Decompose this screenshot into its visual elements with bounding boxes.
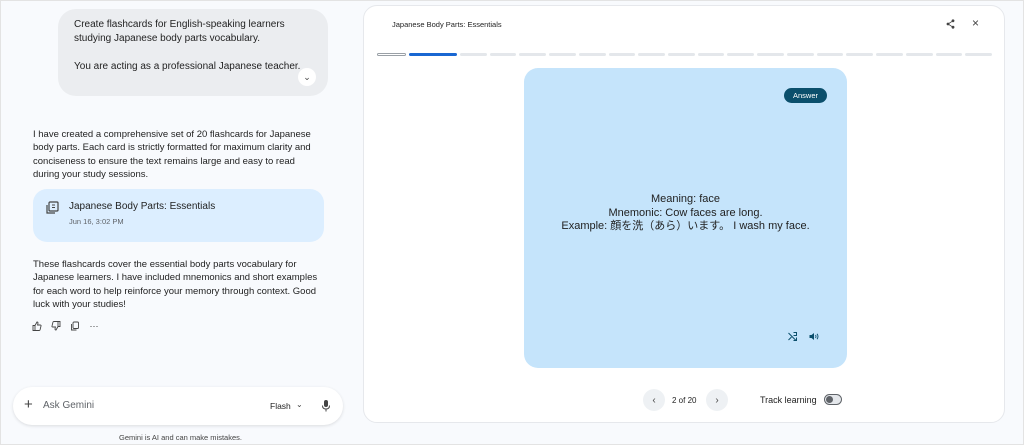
progress-segment bbox=[519, 53, 547, 56]
shuffle-icon[interactable] bbox=[788, 332, 797, 341]
flashcard-canvas: Japanese Body Parts: Essentials × Answer… bbox=[363, 5, 1005, 423]
track-learning-label: Track learning bbox=[760, 395, 817, 405]
progress-segment bbox=[549, 53, 576, 56]
answer-badge: Answer bbox=[784, 88, 827, 103]
ai-disclaimer: Gemini is AI and can make mistakes. bbox=[119, 433, 242, 442]
artifact-date: Jun 16, 3:02 PM bbox=[69, 217, 124, 226]
chevron-left-icon: ‹ bbox=[652, 394, 656, 406]
progress-segment bbox=[846, 53, 874, 56]
thumbs-down-icon[interactable] bbox=[51, 321, 61, 331]
progress-segment bbox=[757, 53, 784, 56]
user-prompt-bubble: Create flashcards for English-speaking l… bbox=[58, 9, 328, 96]
progress-segment bbox=[408, 53, 457, 56]
user-prompt-text: Create flashcards for English-speaking l… bbox=[74, 19, 285, 44]
card-example: Example: 顔を洗（あら）います。 I wash my face. bbox=[561, 220, 810, 232]
progress-segment bbox=[578, 53, 606, 56]
previous-card-button[interactable]: ‹ bbox=[643, 389, 665, 411]
speaker-icon[interactable] bbox=[809, 332, 819, 341]
progress-segment bbox=[876, 53, 903, 56]
card-content: Meaning: face Mnemonic: Cow faces are lo… bbox=[524, 193, 847, 234]
progress-segment bbox=[727, 53, 755, 56]
progress-segment bbox=[377, 53, 406, 56]
flashcard[interactable]: Answer Meaning: face Mnemonic: Cow faces… bbox=[524, 68, 847, 368]
flashcards-icon bbox=[46, 201, 59, 214]
progress-segment bbox=[667, 53, 695, 56]
chat-panel: Create flashcards for English-speaking l… bbox=[1, 1, 356, 445]
progress-segment bbox=[786, 53, 814, 56]
close-icon[interactable]: × bbox=[972, 16, 979, 30]
chevron-down-icon: ⌄ bbox=[303, 72, 311, 82]
progress-segment bbox=[935, 53, 963, 56]
add-attachment-icon[interactable]: + bbox=[24, 396, 33, 414]
progress-bar bbox=[377, 53, 993, 57]
artifact-title: Japanese Body Parts: Essentials bbox=[69, 201, 216, 212]
progress-segment bbox=[638, 53, 665, 56]
model-selector-label[interactable]: Flash bbox=[270, 401, 291, 411]
card-counter: 2 of 20 bbox=[672, 396, 697, 405]
response-intro: I have created a comprehensive set of 20… bbox=[33, 129, 311, 180]
progress-segment bbox=[608, 53, 636, 56]
track-learning-toggle[interactable] bbox=[824, 394, 842, 405]
response-actions: ⋯ bbox=[32, 321, 99, 331]
copy-icon[interactable] bbox=[70, 321, 80, 331]
response-outro: These flashcards cover the essential bod… bbox=[33, 259, 318, 310]
progress-segment bbox=[965, 53, 993, 56]
canvas-title: Japanese Body Parts: Essentials bbox=[392, 20, 502, 29]
card-mnemonic: Mnemonic: Cow faces are long. bbox=[608, 206, 763, 219]
progress-segment bbox=[459, 53, 487, 56]
progress-segment bbox=[489, 53, 517, 56]
chevron-right-icon: › bbox=[715, 394, 719, 406]
microphone-icon[interactable] bbox=[321, 399, 331, 413]
more-options-icon[interactable]: ⋯ bbox=[89, 321, 99, 331]
expand-prompt-button[interactable]: ⌄ bbox=[298, 68, 316, 86]
app-window: Create flashcards for English-speaking l… bbox=[0, 0, 1024, 445]
prompt-input-bar: + Ask Gemini Flash ⌄ bbox=[13, 387, 343, 425]
share-icon[interactable] bbox=[946, 19, 955, 29]
progress-segment bbox=[905, 53, 933, 56]
prompt-input[interactable]: Ask Gemini bbox=[43, 400, 94, 411]
progress-segment bbox=[816, 53, 844, 56]
toggle-knob bbox=[826, 396, 833, 403]
flashcards-artifact-chip[interactable]: Japanese Body Parts: Essentials Jun 16, … bbox=[33, 189, 324, 242]
progress-segment bbox=[697, 53, 725, 56]
thumbs-up-icon[interactable] bbox=[32, 321, 42, 331]
card-meaning: Meaning: face bbox=[650, 193, 721, 205]
next-card-button[interactable]: › bbox=[706, 389, 728, 411]
user-prompt-role: You are acting as a professional Japanes… bbox=[74, 61, 301, 72]
chevron-down-icon[interactable]: ⌄ bbox=[296, 400, 303, 409]
